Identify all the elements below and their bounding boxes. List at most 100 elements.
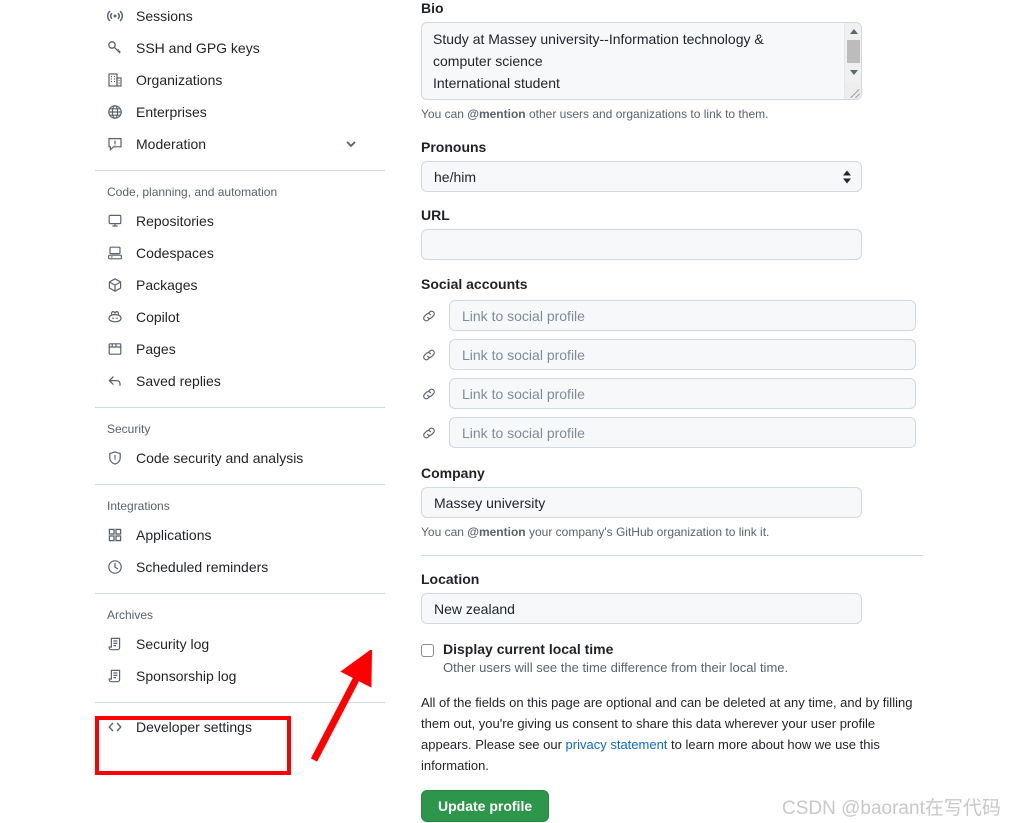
link-icon xyxy=(421,386,437,402)
company-help-mention: @mention xyxy=(467,525,526,539)
sidebar-item-ssh-and-gpg-keys[interactable]: SSH and GPG keys xyxy=(95,32,385,64)
sidebar-group: Developer settings xyxy=(95,711,385,743)
social-profile-input[interactable] xyxy=(449,378,916,409)
sidebar-item-organizations[interactable]: Organizations xyxy=(95,64,385,96)
report-icon xyxy=(107,136,123,152)
local-time-checkbox-row[interactable]: Display current local time xyxy=(421,641,923,657)
sidebar-item-code-security-and-analysis[interactable]: Code security and analysis xyxy=(95,442,385,474)
shield-check-icon xyxy=(107,450,123,466)
log-icon xyxy=(107,668,123,684)
sidebar-item-label: Saved replies xyxy=(136,373,221,389)
pronouns-field-group: Pronouns he/him xyxy=(421,139,923,192)
location-input[interactable] xyxy=(421,593,862,624)
sidebar-item-label: Sponsorship log xyxy=(136,668,237,684)
sidebar-item-sponsorship-log[interactable]: Sponsorship log xyxy=(95,660,385,692)
sidebar-divider xyxy=(95,170,385,171)
bio-help-prefix: You can xyxy=(421,107,468,121)
link-icon xyxy=(421,308,437,324)
clock-icon xyxy=(107,559,123,575)
chevron-down-icon[interactable] xyxy=(343,136,359,152)
code-icon xyxy=(107,719,123,735)
sidebar-item-label: Repositories xyxy=(136,213,214,229)
sidebar-item-scheduled-reminders[interactable]: Scheduled reminders xyxy=(95,551,385,583)
sidebar-item-label: Copilot xyxy=(136,309,180,325)
social-profile-input[interactable] xyxy=(449,300,916,331)
form-divider xyxy=(421,555,923,556)
bio-help-mention: @mention xyxy=(467,107,526,121)
company-help-text: You can @mention your company's GitHub o… xyxy=(421,523,923,541)
apps-icon xyxy=(107,527,123,543)
sidebar-section-title: Integrations xyxy=(107,499,170,513)
public-profile-form: Bio Study at Massey university--Informat… xyxy=(421,0,923,822)
sidebar-item-developer-settings[interactable]: Developer settings xyxy=(95,711,385,743)
sidebar-group: Security Code security and analysis xyxy=(95,416,385,474)
organization-icon xyxy=(107,72,123,88)
social-account-row xyxy=(421,339,923,370)
url-input[interactable] xyxy=(421,229,862,260)
sidebar-group: Integrations Applications Scheduled remi… xyxy=(95,493,385,583)
social-profile-input[interactable] xyxy=(449,339,916,370)
sidebar-item-saved-replies[interactable]: Saved replies xyxy=(95,365,385,397)
company-help-suffix: your company's GitHub organization to li… xyxy=(525,525,770,539)
social-account-row xyxy=(421,378,923,409)
sidebar-item-label: SSH and GPG keys xyxy=(136,40,260,56)
social-profile-input[interactable] xyxy=(449,417,916,448)
globe-icon xyxy=(107,104,123,120)
sidebar-section-title: Security xyxy=(107,422,151,436)
company-field-group: Company You can @mention your company's … xyxy=(421,465,923,541)
social-accounts-group: Social accounts xyxy=(421,276,923,448)
sidebar-item-label: Codespaces xyxy=(136,245,214,261)
bio-help-text: You can @mention other users and organiz… xyxy=(421,105,923,123)
local-time-group: Display current local time Other users w… xyxy=(421,641,923,675)
watermark-text: CSDN @baorant在写代码 xyxy=(782,798,1001,819)
privacy-statement-link[interactable]: privacy statement xyxy=(566,737,668,752)
sidebar-divider xyxy=(95,407,385,408)
social-accounts-label: Social accounts xyxy=(421,276,528,292)
sidebar-item-sessions[interactable]: Sessions xyxy=(95,0,385,32)
bio-label: Bio xyxy=(421,0,444,16)
sidebar-item-codespaces[interactable]: Codespaces xyxy=(95,237,385,269)
scroll-up-icon[interactable] xyxy=(845,24,861,38)
sidebar-item-label: Code security and analysis xyxy=(136,450,304,466)
sidebar-item-label: Enterprises xyxy=(136,104,207,120)
sidebar-divider xyxy=(95,702,385,703)
sidebar-group: Archives Security log Sponsorship log xyxy=(95,602,385,692)
url-field-group: URL xyxy=(421,207,923,260)
company-label: Company xyxy=(421,465,485,481)
bio-value: Study at Massey university--Information … xyxy=(433,31,764,91)
local-time-checkbox[interactable] xyxy=(421,644,434,657)
sidebar-item-packages[interactable]: Packages xyxy=(95,269,385,301)
copilot-icon xyxy=(107,309,123,325)
sidebar-item-repositories[interactable]: Repositories xyxy=(95,205,385,237)
sidebar-item-label: Sessions xyxy=(136,8,193,24)
log-icon xyxy=(107,636,123,652)
broadcast-icon xyxy=(107,8,123,24)
select-chevrons-icon xyxy=(843,170,851,183)
sidebar-item-enterprises[interactable]: Enterprises xyxy=(95,96,385,128)
company-help-prefix: You can xyxy=(421,525,468,539)
bio-textarea[interactable]: Study at Massey university--Information … xyxy=(421,22,862,100)
browser-icon xyxy=(107,341,123,357)
sidebar-item-label: Moderation xyxy=(136,136,207,152)
company-input[interactable] xyxy=(421,487,862,518)
resize-grip-icon[interactable] xyxy=(845,83,860,98)
repo-icon xyxy=(107,213,123,229)
update-profile-button[interactable]: Update profile xyxy=(421,790,550,822)
sidebar-item-label: Pages xyxy=(136,341,176,357)
sidebar-item-applications[interactable]: Applications xyxy=(95,519,385,551)
sidebar-item-security-log[interactable]: Security log xyxy=(95,628,385,660)
sidebar-item-copilot[interactable]: Copilot xyxy=(95,301,385,333)
legal-text: All of the fields on this page are optio… xyxy=(421,692,918,776)
sidebar-item-pages[interactable]: Pages xyxy=(95,333,385,365)
scroll-down-icon[interactable] xyxy=(845,65,861,79)
scrollbar-thumb[interactable] xyxy=(847,40,860,63)
sidebar-section-title: Code, planning, and automation xyxy=(107,185,278,199)
link-icon xyxy=(421,347,437,363)
social-account-row xyxy=(421,417,923,448)
pronouns-select[interactable]: he/him xyxy=(421,161,862,192)
sidebar-group: Sessions SSH and GPG keys Organizations … xyxy=(95,0,385,160)
sidebar-item-label: Developer settings xyxy=(136,719,252,735)
bio-help-suffix: other users and organizations to link to… xyxy=(525,107,769,121)
sidebar-item-moderation[interactable]: Moderation xyxy=(95,128,385,160)
key-icon xyxy=(107,40,123,56)
